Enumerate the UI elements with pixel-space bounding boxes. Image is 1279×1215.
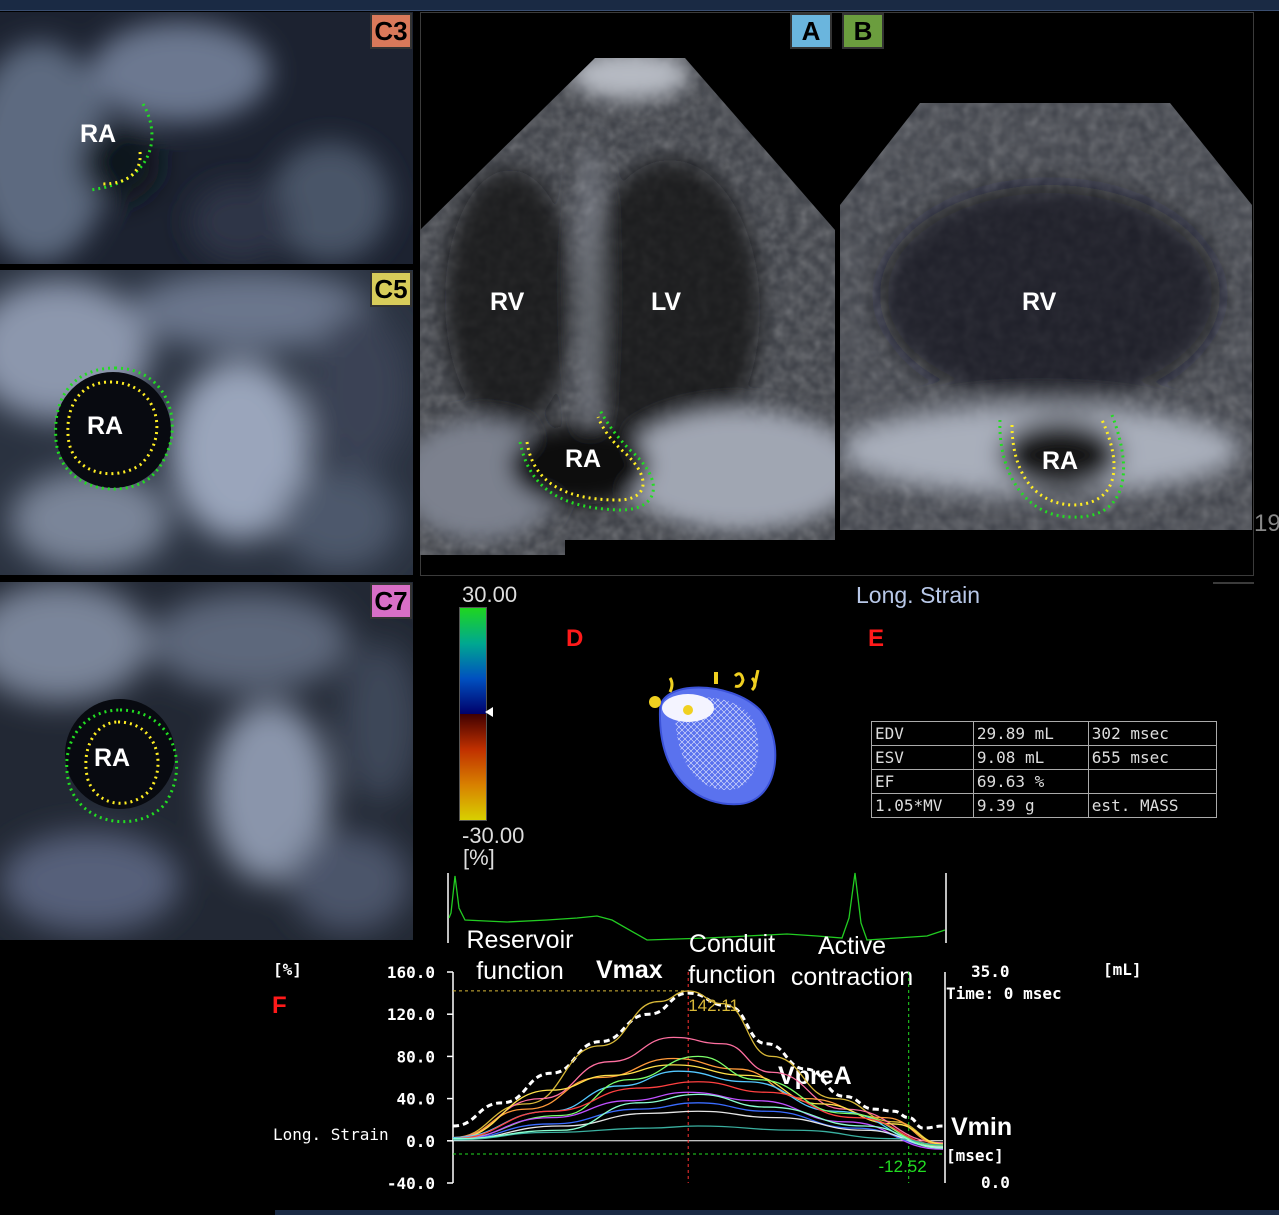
colorbar-pointer[interactable]: [485, 707, 493, 717]
c3-badge[interactable]: C3: [370, 13, 412, 49]
panel-f-letter: F: [272, 992, 287, 1019]
row-label-long-strain: Long. Strain: [273, 1125, 389, 1144]
right-axis-unit: [mL]: [1103, 960, 1142, 979]
stats-row: 1.05*MV 9.39 g est. MASS: [871, 793, 1218, 818]
panel-d-letter: D: [566, 625, 584, 652]
stats-cell: ESV: [871, 745, 974, 770]
view-c5[interactable]: RA C5: [0, 270, 413, 575]
stats-cell: 302 msec: [1087, 721, 1218, 746]
stats-cell: est. MASS: [1087, 793, 1218, 818]
panel-e-title: Long. Strain: [856, 582, 981, 608]
left-axis-unit: [%]: [273, 960, 302, 979]
y-tick-label: 40.0: [396, 1090, 435, 1109]
c3-image: [0, 12, 413, 264]
b-edge-text: 19: [1254, 510, 1279, 537]
stats-cell: [1087, 769, 1218, 794]
c5-label-ra: RA: [87, 412, 124, 440]
view-a[interactable]: RV LV RA: [420, 50, 835, 555]
c3-label-ra: RA: [80, 120, 117, 148]
right-axis-top: 35.0: [971, 962, 1010, 981]
top-bar: [0, 0, 1279, 11]
stats-cell: 655 msec: [1087, 745, 1218, 770]
time-readout: Time: 0 msec: [946, 984, 1062, 1003]
colorbar-max: 30.00: [462, 582, 518, 607]
strain-chart[interactable]: 160.0 120.0 80.0 40.0 0.0 -40.0 142.11 -12.52: [380, 958, 950, 1198]
b-label-rv: RV: [1022, 288, 1057, 316]
panel-e-frame: [1213, 582, 1254, 584]
y-tick-label: -40.0: [387, 1174, 435, 1193]
a-image: [420, 58, 835, 555]
panel-e-letter: E: [868, 625, 885, 652]
view-c3[interactable]: RA C3: [0, 12, 413, 264]
stats-cell: 29.89 mL: [972, 721, 1089, 746]
strain-curve: [452, 1055, 944, 1147]
stats-row: EDV 29.89 mL 302 msec: [871, 721, 1218, 746]
y-tick-label: 0.0: [406, 1132, 435, 1151]
c7-image: [0, 582, 413, 940]
stats-cell: 9.39 g: [972, 793, 1089, 818]
stats-cell: 9.08 mL: [972, 745, 1089, 770]
c7-label-ra: RA: [94, 744, 131, 772]
y-tick-label: 160.0: [387, 963, 435, 982]
colorbar: [459, 607, 487, 821]
right-axis-msec-unit: [msec]: [946, 1146, 1004, 1165]
view-c7[interactable]: RA C7: [0, 582, 413, 940]
a-label-lv: LV: [651, 288, 682, 316]
stats-cell: 1.05*MV: [871, 793, 974, 818]
right-axis-bottom: 0.0: [981, 1173, 1010, 1192]
c5-image: [0, 270, 413, 575]
stats-cell: EF: [871, 769, 974, 794]
view-b[interactable]: RV RA: [840, 95, 1252, 530]
y-tick-label: 80.0: [396, 1047, 435, 1066]
y-tick-label: 120.0: [387, 1005, 435, 1024]
c5-badge[interactable]: C5: [370, 271, 412, 307]
b-badge[interactable]: B: [842, 13, 884, 49]
bottom-bar: [275, 1210, 1279, 1215]
stats-row: ESV 9.08 mL 655 msec: [871, 745, 1218, 770]
a-badge[interactable]: A: [790, 13, 832, 49]
a-label-ra: RA: [565, 445, 602, 473]
vmin-label: Vmin: [951, 1113, 1013, 1141]
ra-3d-model[interactable]: [640, 670, 790, 810]
stats-row: EF 69.63 %: [871, 769, 1218, 794]
stats-cell: 69.63 %: [972, 769, 1089, 794]
annotation-label: 142.11: [688, 996, 739, 1015]
annotation-label: -12.52: [879, 1157, 927, 1176]
c7-badge[interactable]: C7: [370, 583, 412, 619]
b-label-ra: RA: [1042, 447, 1079, 475]
volume-stats-table: EDV 29.89 mL 302 msec ESV 9.08 mL 655 msec EF 6…: [871, 721, 1218, 818]
a-label-rv: RV: [490, 288, 525, 316]
stats-cell: EDV: [871, 721, 974, 746]
